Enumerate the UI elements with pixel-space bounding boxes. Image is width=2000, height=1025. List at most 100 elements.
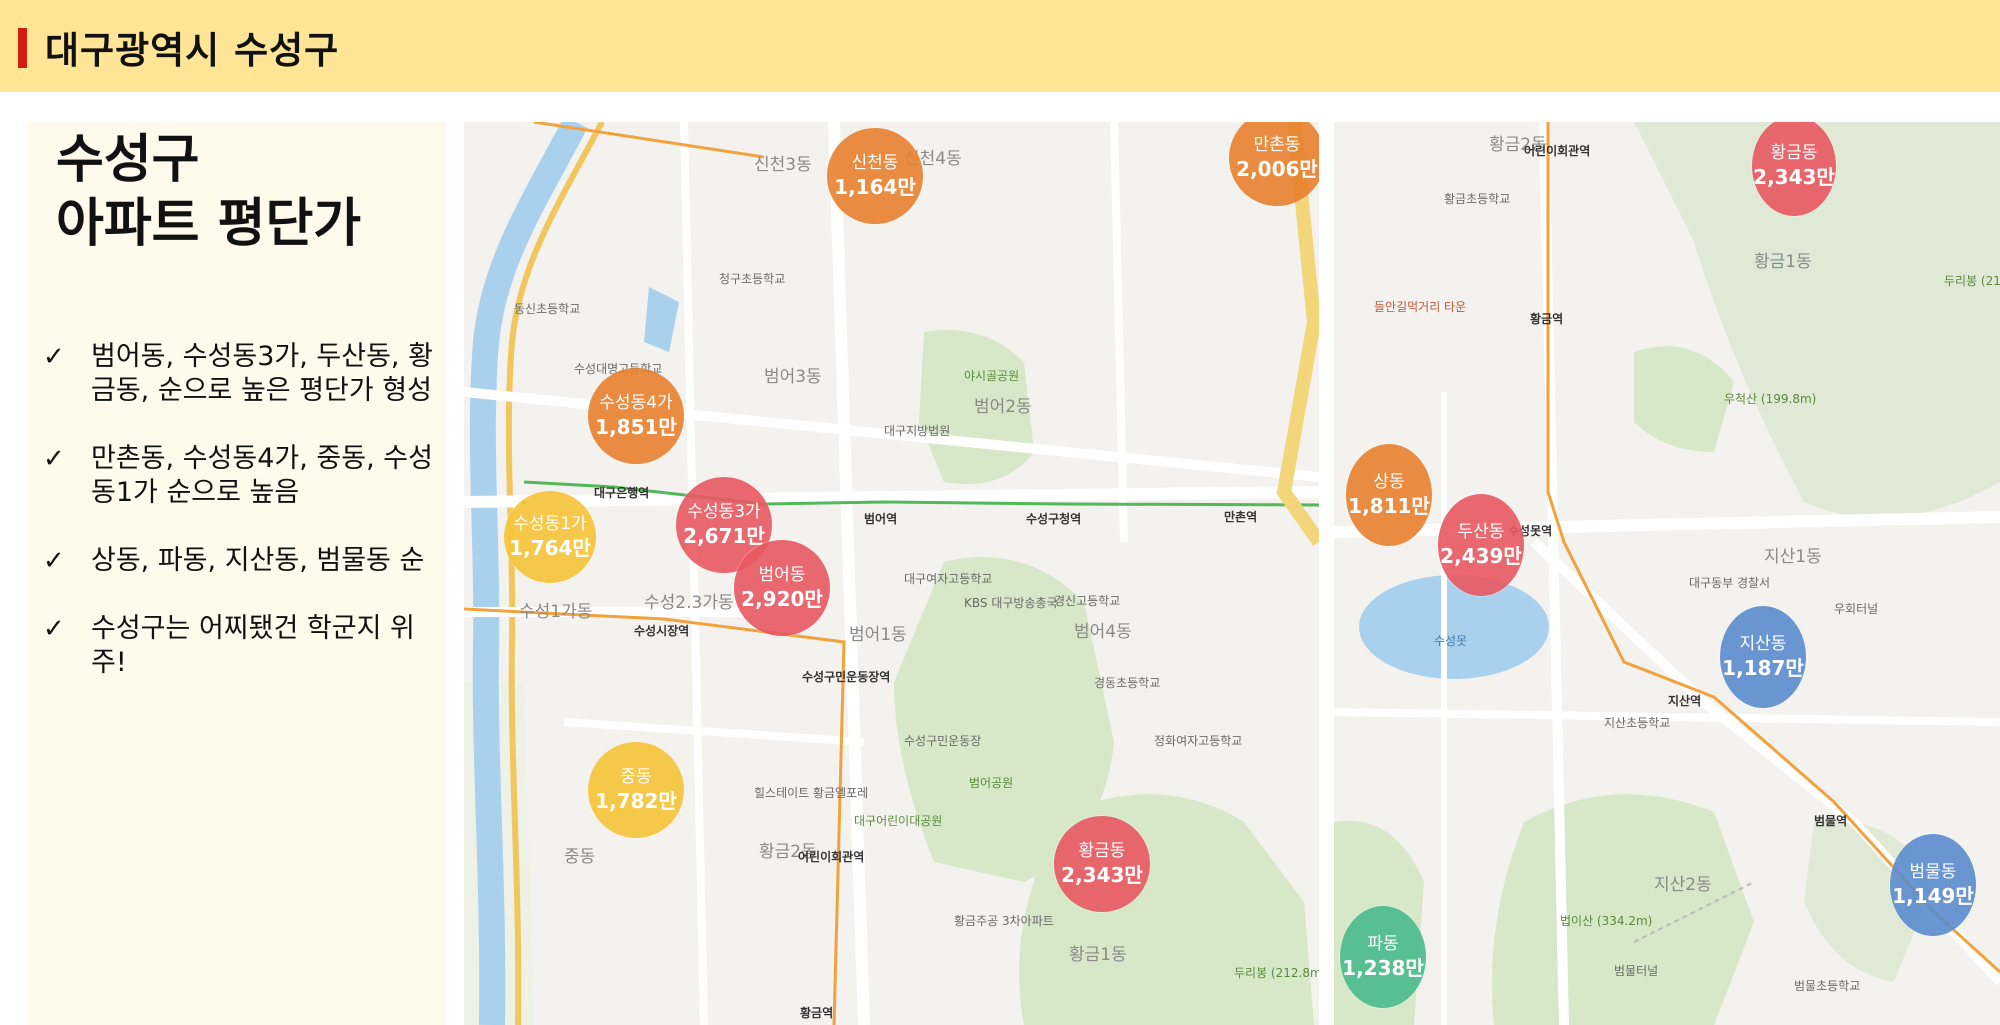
page-title: 대구광역시 수성구 <box>45 29 340 72</box>
district-label: 중동 <box>564 847 596 867</box>
bubble-price: 1,782만 <box>595 789 677 813</box>
bubble-price: 1,149만 <box>1892 884 1974 908</box>
district-label: 범어1동 <box>849 625 907 645</box>
bullet-item: ✓ 만촌동, 수성동4가, 중동, 수성동1가 순으로 높음 <box>43 442 443 510</box>
bubble-price: 2,920만 <box>741 587 823 611</box>
bullet-item: ✓ 상동, 파동, 지산동, 범물동 순 <box>43 544 443 578</box>
bubble-name: 두산동 <box>1457 522 1505 542</box>
district-label: 범어3동 <box>764 367 822 387</box>
bubble-price: 2,343만 <box>1753 165 1835 189</box>
place-label: 우척산 (199.8m) <box>1724 392 1817 406</box>
map-jisan-area[interactable]: 황금2동 황금1동 지산1동 지산2동 어린이회관역 황금역 수성못역 지산역 … <box>1334 122 2000 1025</box>
station-label: 황금역 <box>800 1006 834 1020</box>
map-beomeo-area[interactable]: 신천3동 신천4동 범어3동 범어2동 범어1동 범어4동 수성2.3가동 수성… <box>464 122 1319 1025</box>
check-icon: ✓ <box>43 342 65 372</box>
panel-title-line2: 아파트 평단가 <box>56 194 362 254</box>
place-label: KBS 대구방송총국 <box>964 596 1058 610</box>
summary-panel: 수성구 아파트 평단가 ✓ 범어동, 수성동3가, 두산동, 황금동, 순으로 높… <box>28 122 446 1025</box>
check-icon: ✓ <box>43 546 65 576</box>
station-label: 황금역 <box>1530 312 1564 326</box>
place-label: 수성못 <box>1434 634 1468 648</box>
bubble-price: 2,006만 <box>1236 157 1318 181</box>
header-accent-bar <box>18 28 27 68</box>
price-bubble-beomeo[interactable]: 범어동 2,920만 <box>734 540 830 636</box>
bubble-name: 황금동 <box>1770 143 1818 163</box>
price-bubble-beommul[interactable]: 범물동 1,149만 <box>1890 834 1976 936</box>
place-label: 경신고등학교 <box>1054 594 1121 608</box>
station-label: 만촌역 <box>1224 510 1258 524</box>
bubble-name: 수성동1가 <box>513 514 587 534</box>
place-label: 법이산 (334.2m) <box>1560 914 1653 928</box>
district-label: 범어4동 <box>1074 622 1132 642</box>
place-label: 대구동부 경찰서 <box>1689 576 1771 590</box>
station-label: 수성구청역 <box>1026 512 1082 526</box>
panel-title-line1: 수성구 <box>56 130 200 190</box>
place-label: 야시골공원 <box>964 369 1020 383</box>
header-bar: 대구광역시 수성구 <box>0 0 2000 92</box>
district-label: 황금1동 <box>1754 252 1812 272</box>
district-label: 수성2.3가동 <box>644 593 734 613</box>
station-label: 대구은행역 <box>594 486 650 500</box>
price-bubble-sang[interactable]: 상동 1,811만 <box>1346 444 1432 546</box>
place-label: 범어공원 <box>969 776 1014 790</box>
panel-title: 수성구 아파트 평단가 <box>56 128 361 256</box>
price-bubble-sincheon[interactable]: 신천동 1,164만 <box>827 128 923 224</box>
bullet-text: 상동, 파동, 지산동, 범물동 순 <box>91 545 425 576</box>
bubble-name: 상동 <box>1373 472 1405 492</box>
bullet-text: 만촌동, 수성동4가, 중동, 수성동1가 순으로 높음 <box>91 443 433 508</box>
price-bubble-suseong1ga[interactable]: 수성동1가 1,764만 <box>504 491 596 583</box>
price-bubble-pa[interactable]: 파동 1,238만 <box>1340 906 1426 1008</box>
bubble-name: 수성동3가 <box>687 502 761 522</box>
place-label: 수성구민운동장 <box>904 734 982 748</box>
place-label: 두리봉 (212.8m) <box>1944 274 2000 288</box>
price-bubble-hwanggeum[interactable]: 황금동 2,343만 <box>1054 816 1150 912</box>
price-bubble-dusan[interactable]: 두산동 2,439만 <box>1438 494 1524 596</box>
bubble-name: 파동 <box>1367 934 1399 954</box>
place-label: 우회터널 <box>1834 602 1879 616</box>
place-label: 황금초등학교 <box>1444 192 1511 206</box>
district-label: 수성1가동 <box>519 602 593 622</box>
bubble-price: 2,343만 <box>1061 863 1143 887</box>
price-bubble-suseong4ga[interactable]: 수성동4가 1,851만 <box>588 368 684 464</box>
bubble-price: 1,851만 <box>595 415 677 439</box>
map1-base <box>464 122 1319 1025</box>
place-label: 지산초등학교 <box>1604 716 1671 730</box>
place-label: 대구지방법원 <box>884 424 951 438</box>
place-label: 정화여자고등학교 <box>1154 734 1243 748</box>
bubble-name: 황금동 <box>1078 841 1126 861</box>
place-label: 황금주공 3차아파트 <box>954 914 1054 928</box>
bullet-list: ✓ 범어동, 수성동3가, 두산동, 황금동, 순으로 높은 평단가 형성 ✓ 만촌… <box>43 340 443 714</box>
bubble-price: 2,439만 <box>1440 544 1522 568</box>
place-label: 대구여자고등학교 <box>904 572 993 586</box>
price-bubble-jung[interactable]: 중동 1,782만 <box>588 742 684 838</box>
place-label: 범물초등학교 <box>1794 979 1861 993</box>
bubble-price: 2,671만 <box>683 524 765 548</box>
bubble-price: 1,764만 <box>509 536 591 560</box>
bubble-price: 1,164만 <box>834 175 916 199</box>
bubble-name: 신천동 <box>851 153 899 173</box>
station-label: 어린이회관역 <box>798 850 865 864</box>
bubble-name: 수성동4가 <box>599 393 673 413</box>
station-label: 범물역 <box>1814 814 1848 828</box>
station-label: 지산역 <box>1668 694 1702 708</box>
station-label: 어린이회관역 <box>1524 144 1591 158</box>
place-label: 두리봉 (212.8m) <box>1234 966 1319 980</box>
place-label: 범물터널 <box>1614 964 1659 978</box>
place-label: 대구어린이대공원 <box>854 814 943 828</box>
station-label: 범어역 <box>864 512 898 526</box>
bubble-price: 1,811만 <box>1348 494 1430 518</box>
station-label: 수성시장역 <box>634 624 690 638</box>
district-label: 신천3동 <box>754 155 812 175</box>
bullet-item: ✓ 범어동, 수성동3가, 두산동, 황금동, 순으로 높은 평단가 형성 <box>43 340 443 408</box>
bubble-name: 범물동 <box>1909 862 1957 882</box>
bubble-name: 중동 <box>620 767 652 787</box>
check-icon: ✓ <box>43 444 65 474</box>
place-label: 경동초등학교 <box>1094 676 1161 690</box>
bubble-price: 1,238만 <box>1342 956 1424 980</box>
bubble-name: 만촌동 <box>1253 135 1301 155</box>
bullet-text: 수성구는 어찌됐건 학군지 위주! <box>91 613 415 678</box>
place-label: 들안길먹거리 타운 <box>1374 300 1467 314</box>
price-bubble-jisan[interactable]: 지산동 1,187만 <box>1720 606 1806 708</box>
district-label: 황금1동 <box>1069 945 1127 965</box>
district-label: 지산1동 <box>1764 547 1822 567</box>
